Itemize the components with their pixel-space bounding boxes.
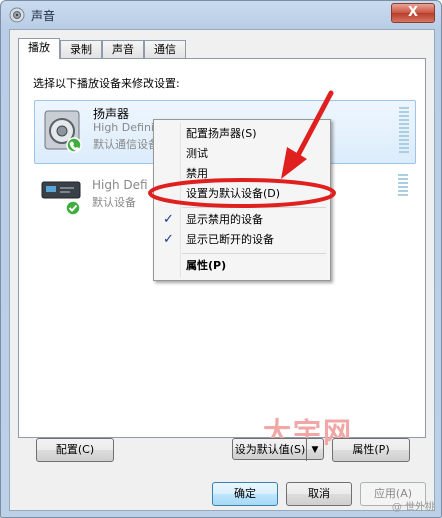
menu-item-label: 属性(P) [186,259,227,272]
tab-communications[interactable]: 通信 [144,40,186,58]
properties-button[interactable]: 属性(P) [332,438,410,462]
device-status: 默认设备 [92,196,136,209]
menu-item-show-disabled[interactable]: ✓ 显示禁用的设备 [154,210,330,230]
menu-separator [182,207,326,208]
context-menu: 配置扬声器(S) 测试 禁用 设置为默认设备(D) ✓ 显示禁用的设备 ✓ 显示… [153,119,331,281]
volume-level-meter [399,107,409,153]
sound-dialog: 声音 X 播放 录制 声音 通信 选择以下播放设备来修改设置: 扬声器 High… [0,0,442,518]
chevron-down-icon[interactable]: ▼ [306,439,323,461]
menu-item-label: 显示已断开的设备 [186,233,274,246]
monitor-device-icon [41,181,81,216]
device-status: 默认通信设备 [93,138,159,151]
menu-item-label: 测试 [186,147,208,160]
configure-button[interactable]: 配置(C) [36,438,114,462]
cancel-button[interactable]: 取消 [286,482,352,506]
tab-playback[interactable]: 播放 [18,38,60,59]
menu-separator [182,253,326,254]
menu-item-set-default-device[interactable]: 设置为默认设备(D) [154,184,330,204]
menu-item-label: 显示禁用的设备 [186,213,263,226]
menu-item-configure-speakers[interactable]: 配置扬声器(S) [154,124,330,144]
menu-item-show-disconnected[interactable]: ✓ 显示已断开的设备 [154,230,330,250]
device-description: High Definit [93,121,159,134]
device-name: 扬声器 [93,107,130,121]
tab-recording[interactable]: 录制 [60,40,102,58]
title-bar[interactable]: 声音 X [1,1,441,29]
menu-item-test[interactable]: 测试 [154,144,330,164]
device-description: High Defi [92,178,148,192]
menu-item-label: 设置为默认设备(D) [186,187,281,200]
instruction-text: 选择以下播放设备来修改设置: [33,77,180,90]
speaker-icon [9,7,25,23]
corner-watermark: @ 世外桃 [391,502,435,513]
menu-item-properties[interactable]: 属性(P) [154,256,330,276]
checkmark-icon: ✓ [163,212,174,227]
close-button[interactable]: X [391,3,435,23]
menu-item-label: 配置扬声器(S) [186,127,257,140]
set-default-button[interactable]: 设为默认值(S) ▼ [232,438,324,461]
volume-level-meter [398,174,408,196]
ok-button[interactable]: 确定 [212,482,278,506]
set-default-label: 设为默认值(S) [234,443,306,456]
menu-item-label: 禁用 [186,167,208,180]
checkmark-icon: ✓ [163,232,174,247]
window-title: 声音 [31,9,56,23]
tab-sounds[interactable]: 声音 [102,40,144,58]
speaker-icon [44,110,82,153]
menu-item-disable[interactable]: 禁用 [154,164,330,184]
